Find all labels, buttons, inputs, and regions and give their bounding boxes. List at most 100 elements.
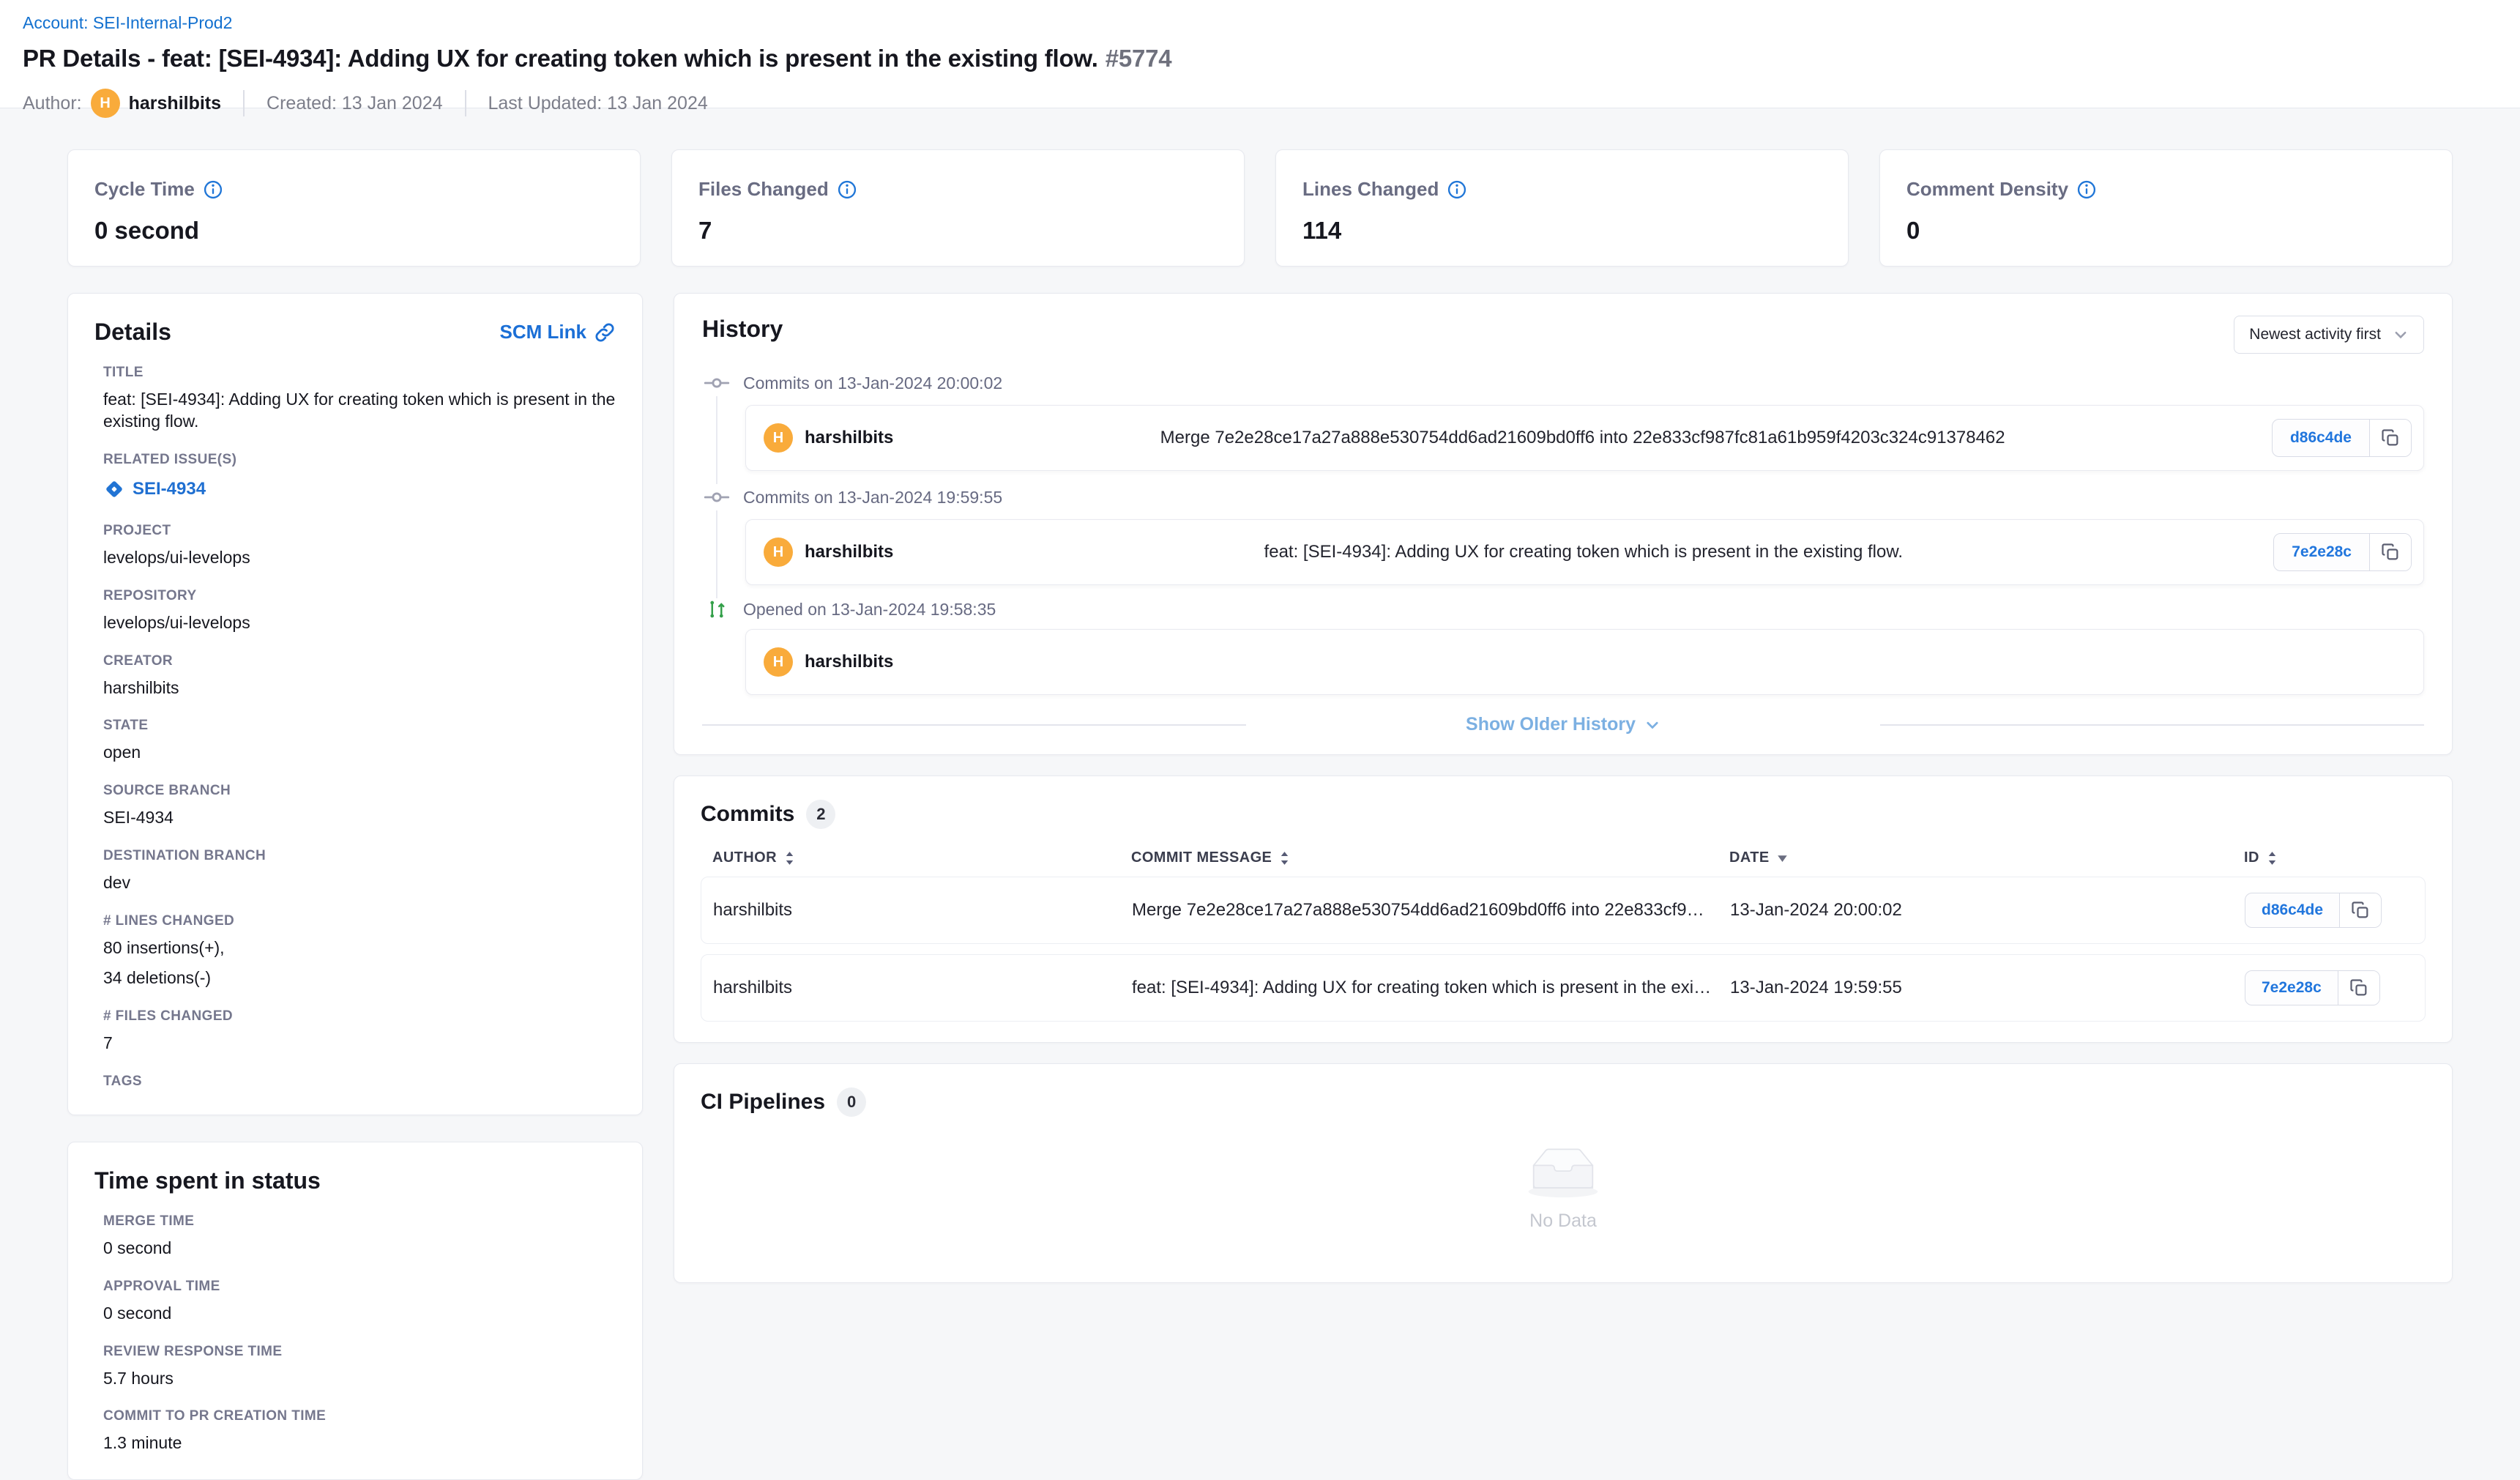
created-value: 13 Jan 2024 xyxy=(342,93,443,114)
field-state: STATE open xyxy=(94,718,616,764)
show-older-history-button[interactable]: Show Older History xyxy=(1466,714,1660,735)
related-issue-link[interactable]: SEI-4934 xyxy=(103,478,206,500)
right-column: History Newest activity first Commits on… xyxy=(674,293,2453,1283)
commit-author-name: harshilbits xyxy=(805,652,893,672)
empty-inbox-icon xyxy=(1522,1145,1604,1200)
commit-author-avatar: H xyxy=(764,423,793,453)
field-lines-changed: # LINES CHANGED 80 insertions(+), 34 del… xyxy=(94,913,616,989)
history-commit-card: H harshilbits feat: [SEI-4934]: Adding U… xyxy=(745,519,2424,585)
copy-icon[interactable] xyxy=(2340,893,2381,927)
scm-link[interactable]: SCM Link xyxy=(500,321,616,343)
updated-label: Last Updated: xyxy=(488,93,603,114)
field-value: 0 second xyxy=(103,1238,616,1260)
commits-table-header: AUTHOR COMMIT MESSAGE DATE ID xyxy=(701,849,2426,866)
column-header-commit-message[interactable]: COMMIT MESSAGE xyxy=(1131,849,1729,866)
info-icon[interactable] xyxy=(2077,180,2096,199)
field-creator: CREATOR harshilbits xyxy=(94,653,616,699)
ci-pipelines-panel: CI Pipelines 0 No Data xyxy=(674,1063,2453,1283)
commits-heading: Commits xyxy=(701,802,794,827)
field-value: 5.7 hours xyxy=(103,1368,616,1390)
column-header-author[interactable]: AUTHOR xyxy=(712,849,1131,866)
metric-card-files-changed: Files Changed 7 xyxy=(671,149,1245,267)
field-source-branch: SOURCE BRANCH SEI-4934 xyxy=(94,783,616,829)
author-avatar: H xyxy=(91,89,120,118)
field-value: levelops/ui-levelops xyxy=(103,547,616,569)
account-breadcrumb-link[interactable]: Account: SEI-Internal-Prod2 xyxy=(23,13,232,33)
chevron-down-icon xyxy=(1644,717,1660,733)
column-header-date[interactable]: DATE xyxy=(1729,849,2244,866)
copy-icon[interactable] xyxy=(2338,971,2379,1005)
chevron-down-icon xyxy=(2393,327,2409,343)
timeline-event-label: Commits on 13-Jan-2024 19:59:55 xyxy=(743,488,1002,507)
history-commit-card: H harshilbits Merge 7e2e28ce17a27a888e53… xyxy=(745,405,2424,471)
field-tags: TAGS xyxy=(94,1074,616,1090)
metric-card-cycle-time: Cycle Time 0 second xyxy=(67,149,641,267)
info-icon[interactable] xyxy=(1447,180,1466,199)
field-files-changed: # FILES CHANGED 7 xyxy=(94,1008,616,1055)
commit-author-avatar: H xyxy=(764,538,793,567)
timeline-event-label: Commits on 13-Jan-2024 20:00:02 xyxy=(743,373,1002,393)
field-value: 0 second xyxy=(103,1303,616,1325)
main-content: Cycle Time 0 second Files Changed 7 Line… xyxy=(0,108,2520,1480)
commit-author-name: harshilbits xyxy=(805,428,893,448)
field-label: COMMIT TO PR CREATION TIME xyxy=(103,1408,616,1424)
field-value: open xyxy=(103,742,616,764)
no-data-label: No Data xyxy=(1529,1211,1597,1232)
pr-number: #5774 xyxy=(1106,45,1172,72)
sort-dropdown-value: Newest activity first xyxy=(2249,326,2381,343)
field-value: SEI-4934 xyxy=(103,807,616,829)
history-panel: History Newest activity first Commits on… xyxy=(674,293,2453,755)
metric-card-comment-density: Comment Density 0 xyxy=(1879,149,2453,267)
column-header-id[interactable]: ID xyxy=(2244,849,2414,866)
show-older-label: Show Older History xyxy=(1466,714,1636,735)
commit-message: feat: [SEI-4934]: Adding UX for creating… xyxy=(893,542,2273,562)
commit-id-link[interactable]: d86c4de xyxy=(2273,420,2370,456)
field-value: dev xyxy=(103,872,616,894)
left-column: Details SCM Link TITLE feat: [SEI-4934]:… xyxy=(67,293,643,1480)
timeline-event-label: Opened on 13-Jan-2024 19:58:35 xyxy=(743,600,996,620)
metric-label: Lines Changed xyxy=(1302,178,1439,201)
divider xyxy=(465,90,466,116)
time-in-status-heading: Time spent in status xyxy=(94,1167,616,1194)
copy-icon[interactable] xyxy=(2370,420,2411,456)
metric-value: 114 xyxy=(1302,217,1822,245)
page-title: PR Details - feat: [SEI-4934]: Adding UX… xyxy=(23,45,2491,72)
field-review-response-time: REVIEW RESPONSE TIME 5.7 hours xyxy=(94,1344,616,1390)
commit-id-link[interactable]: d86c4de xyxy=(2245,893,2340,927)
pr-title-text: PR Details - feat: [SEI-4934]: Adding UX… xyxy=(23,45,1098,72)
details-panel: Details SCM Link TITLE feat: [SEI-4934]:… xyxy=(67,293,643,1115)
table-row: harshilbits Merge 7e2e28ce17a27a888e5307… xyxy=(701,877,2426,944)
field-related-issues: RELATED ISSUE(S) SEI-4934 xyxy=(94,452,616,504)
divider xyxy=(702,724,1246,726)
info-icon[interactable] xyxy=(838,180,857,199)
commits-panel: Commits 2 AUTHOR COMMIT MESSAGE DATE xyxy=(674,776,2453,1043)
field-value: 80 insertions(+), xyxy=(103,937,616,959)
table-row: harshilbits feat: [SEI-4934]: Adding UX … xyxy=(701,954,2426,1022)
cell-commit-message: feat: [SEI-4934]: Adding UX for creating… xyxy=(1132,978,1730,998)
field-value: 1.3 minute xyxy=(103,1432,616,1454)
sort-icon xyxy=(1279,851,1290,866)
copy-icon[interactable] xyxy=(2370,534,2411,570)
commit-id-link[interactable]: 7e2e28c xyxy=(2274,534,2370,570)
commit-id-link[interactable]: 7e2e28c xyxy=(2245,971,2338,1005)
cell-author: harshilbits xyxy=(713,978,1132,998)
history-sort-dropdown[interactable]: Newest activity first xyxy=(2234,316,2424,354)
info-icon[interactable] xyxy=(204,180,223,199)
ci-pipelines-heading: CI Pipelines xyxy=(701,1090,825,1115)
metric-value: 7 xyxy=(698,217,1218,245)
field-label: RELATED ISSUE(S) xyxy=(103,452,616,468)
metric-card-lines-changed: Lines Changed 114 xyxy=(1275,149,1849,267)
show-older-history-row: Show Older History xyxy=(702,714,2424,735)
time-in-status-panel: Time spent in status MERGE TIME 0 second… xyxy=(67,1142,643,1480)
field-repository: REPOSITORY levelops/ui-levelops xyxy=(94,588,616,634)
field-label: TITLE xyxy=(103,365,616,381)
field-project: PROJECT levelops/ui-levelops xyxy=(94,523,616,569)
details-heading: Details xyxy=(94,319,171,346)
field-commit-to-pr-time: COMMIT TO PR CREATION TIME 1.3 minute xyxy=(94,1408,616,1454)
commits-count-badge: 2 xyxy=(806,800,835,829)
field-label: SOURCE BRANCH xyxy=(103,783,616,799)
cell-commit-message: Merge 7e2e28ce17a27a888e530754dd6ad21609… xyxy=(1132,900,1730,921)
empty-state: No Data xyxy=(701,1117,2426,1259)
field-label: PROJECT xyxy=(103,523,616,539)
field-label: # LINES CHANGED xyxy=(103,913,616,929)
